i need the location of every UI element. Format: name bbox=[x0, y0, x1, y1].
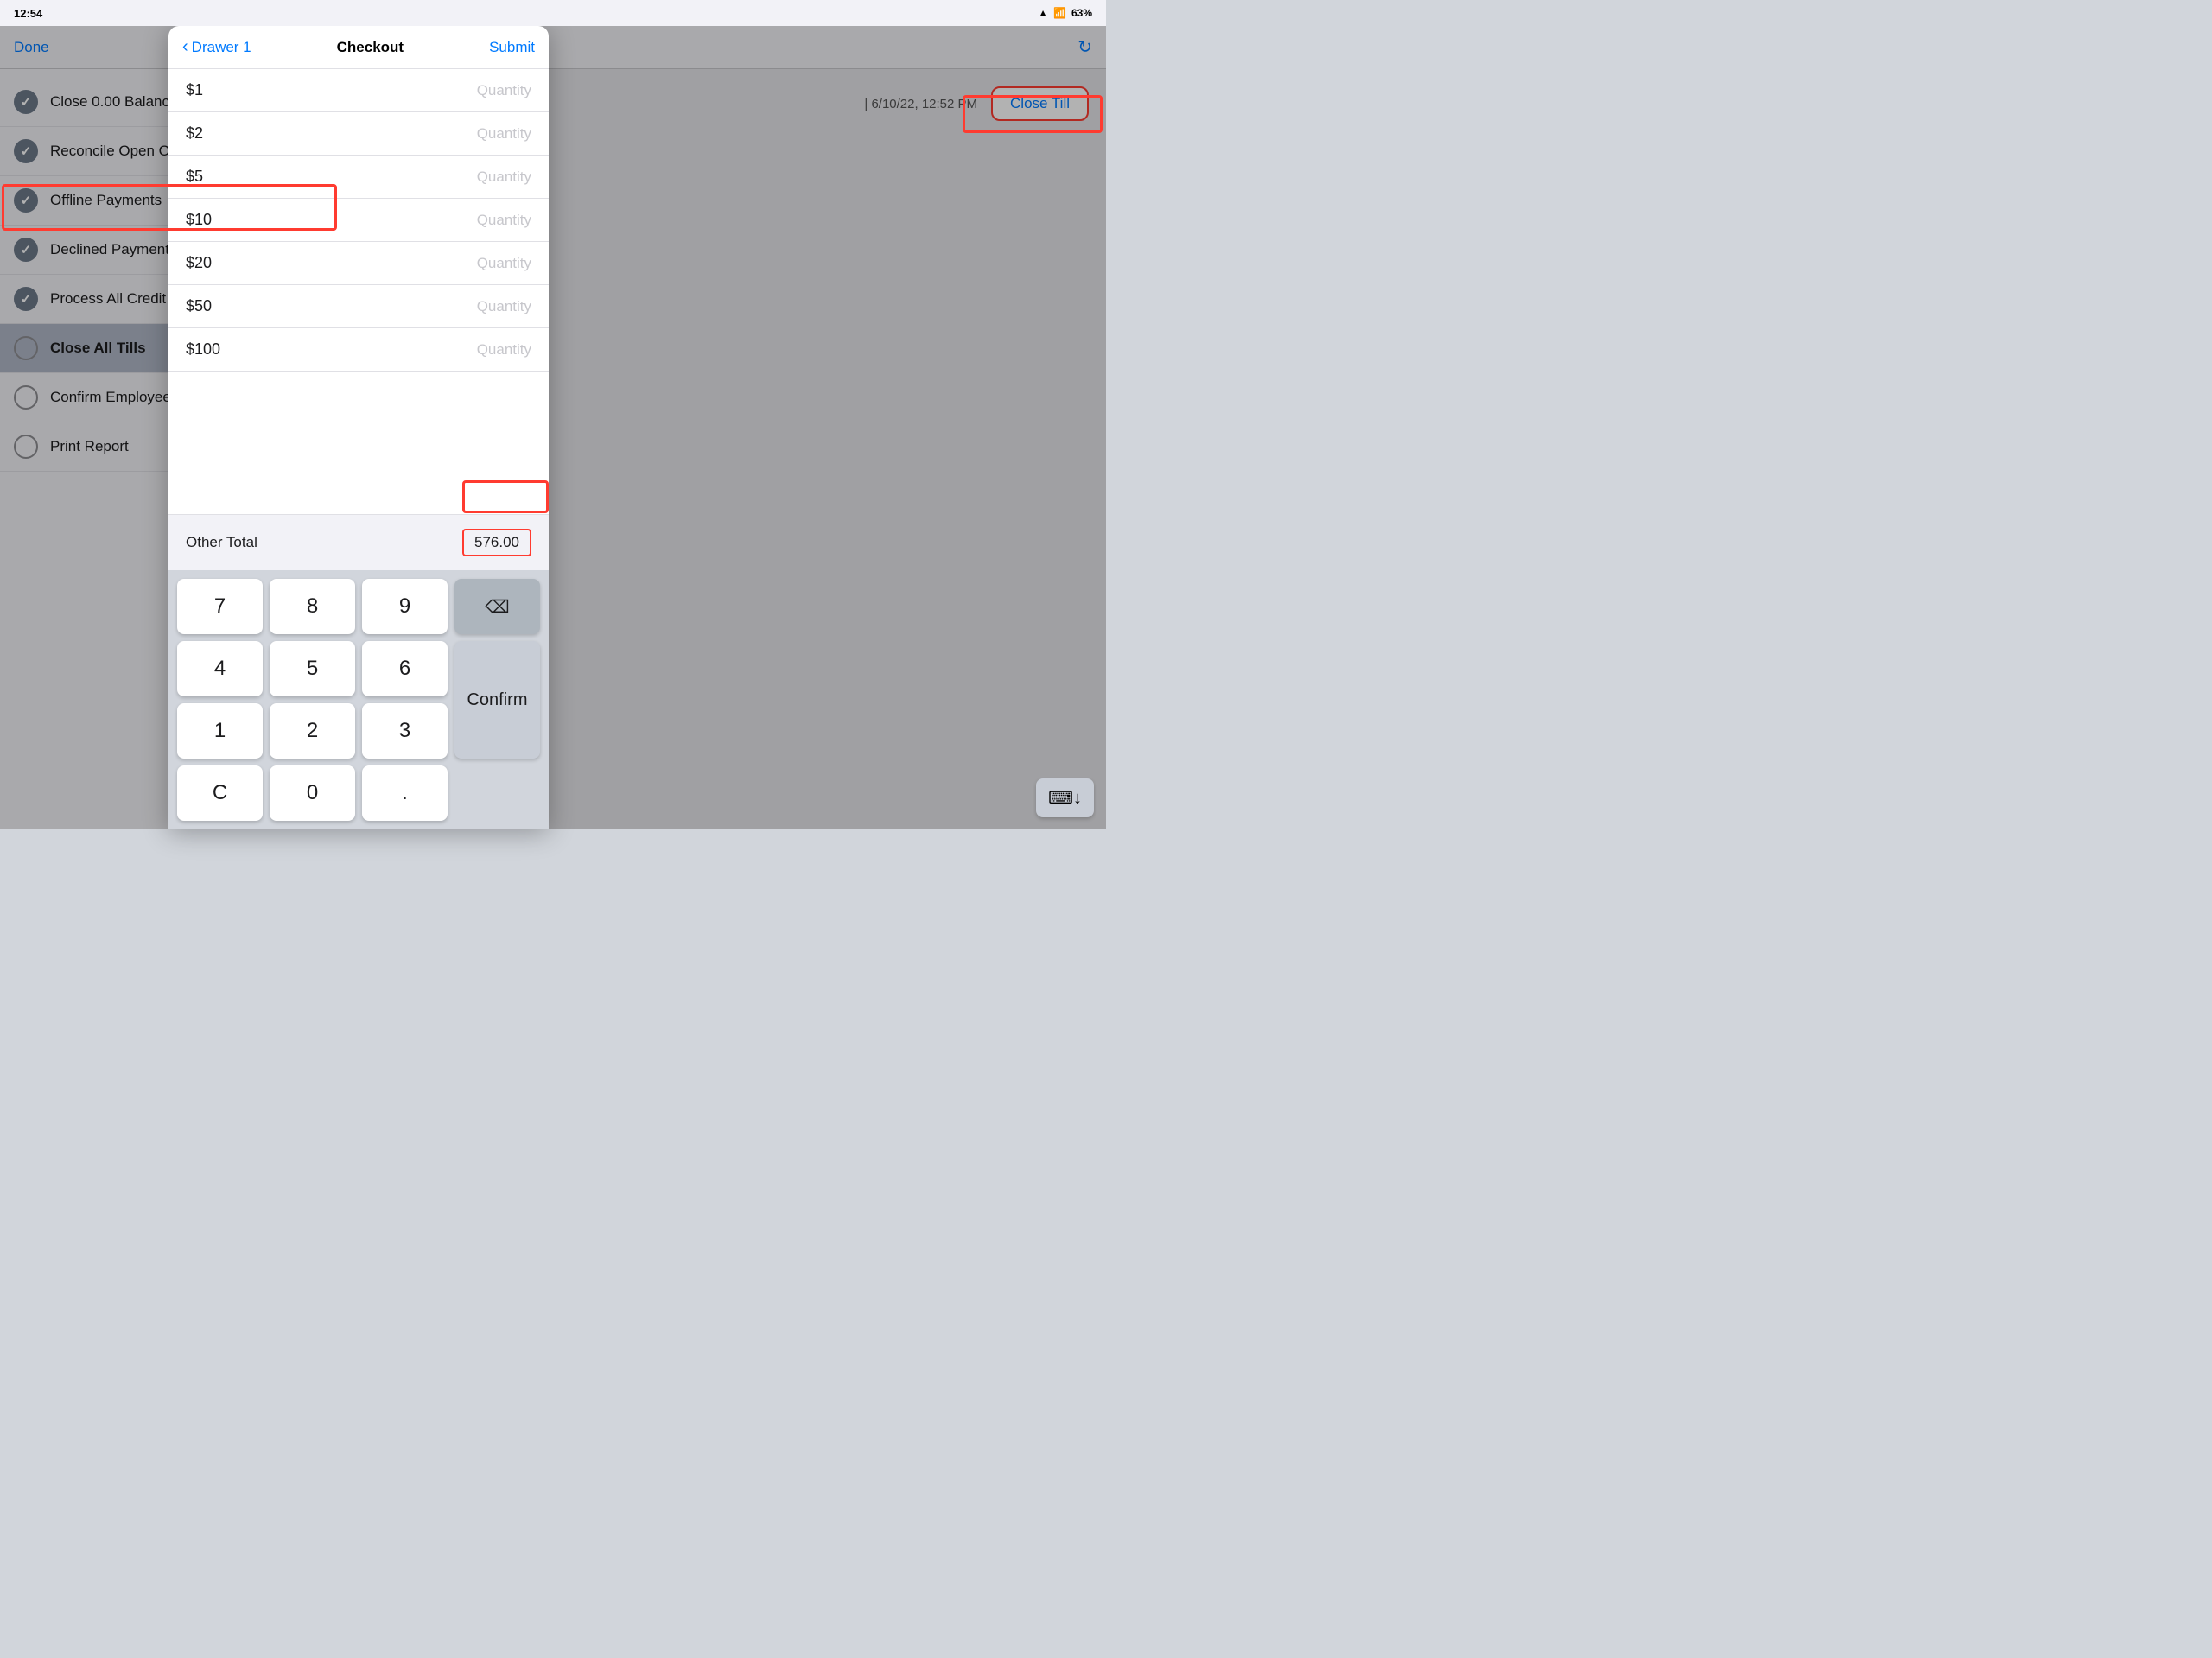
status-bar-right: ▲ 📶 63% bbox=[1038, 7, 1092, 19]
bill-row-20[interactable]: $20 Quantity bbox=[168, 242, 549, 285]
bill-quantity: Quantity bbox=[477, 125, 531, 143]
keyboard-hide-button[interactable]: ⌨︎↓ bbox=[1036, 778, 1094, 817]
other-total-label: Other Total bbox=[186, 534, 257, 551]
battery-label: 63% bbox=[1071, 7, 1092, 19]
bill-row-1[interactable]: $1 Quantity bbox=[168, 69, 549, 112]
numpad-key-6[interactable]: 6 bbox=[362, 641, 448, 696]
bill-quantity: Quantity bbox=[477, 255, 531, 272]
numpad-key-8[interactable]: 8 bbox=[270, 579, 355, 634]
bill-quantity: Quantity bbox=[477, 298, 531, 315]
bill-denomination: $10 bbox=[186, 211, 212, 229]
drawer-label: Drawer 1 bbox=[192, 39, 251, 56]
checkout-panel: ‹ Drawer 1 Checkout Submit $1 Quantity $… bbox=[168, 26, 549, 829]
bill-row-100[interactable]: $100 Quantity bbox=[168, 328, 549, 372]
submit-button[interactable]: Submit bbox=[489, 39, 535, 56]
bill-quantity: Quantity bbox=[477, 168, 531, 186]
checkout-nav: ‹ Drawer 1 Checkout Submit bbox=[168, 26, 549, 69]
numpad-key-5[interactable]: 5 bbox=[270, 641, 355, 696]
bill-quantity: Quantity bbox=[477, 341, 531, 359]
bill-denomination: $100 bbox=[186, 340, 220, 359]
bill-denomination: $1 bbox=[186, 81, 203, 99]
status-bar: 12:54 ▲ 📶 63% bbox=[0, 0, 1106, 26]
bill-denomination: $20 bbox=[186, 254, 212, 272]
bill-denomination: $50 bbox=[186, 297, 212, 315]
wifi-icon: 📶 bbox=[1053, 7, 1066, 19]
numpad-key-clear[interactable]: C bbox=[177, 765, 263, 821]
other-total-value[interactable]: 576.00 bbox=[462, 529, 531, 556]
back-arrow-icon: ‹ bbox=[182, 37, 188, 57]
numpad-grid: 7 8 9 ⌫ 4 5 6 Confirm 1 2 3 C 0 . bbox=[177, 579, 540, 821]
numpad-key-1[interactable]: 1 bbox=[177, 703, 263, 759]
numpad-confirm-key[interactable]: Confirm bbox=[454, 641, 540, 759]
numpad-key-decimal[interactable]: . bbox=[362, 765, 448, 821]
time-display: 12:54 bbox=[14, 7, 42, 20]
signal-icon: ▲ bbox=[1038, 7, 1048, 19]
bill-quantity: Quantity bbox=[477, 82, 531, 99]
numpad-key-9[interactable]: 9 bbox=[362, 579, 448, 634]
bills-list: $1 Quantity $2 Quantity $5 Quantity $10 … bbox=[168, 69, 549, 514]
numpad-key-3[interactable]: 3 bbox=[362, 703, 448, 759]
bill-denomination: $5 bbox=[186, 168, 203, 186]
numpad-key-2[interactable]: 2 bbox=[270, 703, 355, 759]
modal-overlay bbox=[0, 26, 1106, 829]
bill-row-5[interactable]: $5 Quantity bbox=[168, 156, 549, 199]
numpad-key-4[interactable]: 4 bbox=[177, 641, 263, 696]
bill-quantity: Quantity bbox=[477, 212, 531, 229]
bill-row-50[interactable]: $50 Quantity bbox=[168, 285, 549, 328]
bill-denomination: $2 bbox=[186, 124, 203, 143]
numpad: 7 8 9 ⌫ 4 5 6 Confirm 1 2 3 C 0 . bbox=[168, 570, 549, 829]
numpad-key-7[interactable]: 7 bbox=[177, 579, 263, 634]
numpad-delete-key[interactable]: ⌫ bbox=[454, 579, 540, 634]
other-total-row: Other Total 576.00 bbox=[168, 515, 549, 570]
other-total-section: Other Total 576.00 bbox=[168, 514, 549, 570]
numpad-key-0[interactable]: 0 bbox=[270, 765, 355, 821]
keyboard-icon: ⌨︎↓ bbox=[1048, 789, 1082, 808]
bill-row-2[interactable]: $2 Quantity bbox=[168, 112, 549, 156]
checkout-back-button[interactable]: ‹ Drawer 1 bbox=[182, 37, 251, 57]
checkout-title: Checkout bbox=[337, 39, 404, 56]
bill-row-10[interactable]: $10 Quantity bbox=[168, 199, 549, 242]
